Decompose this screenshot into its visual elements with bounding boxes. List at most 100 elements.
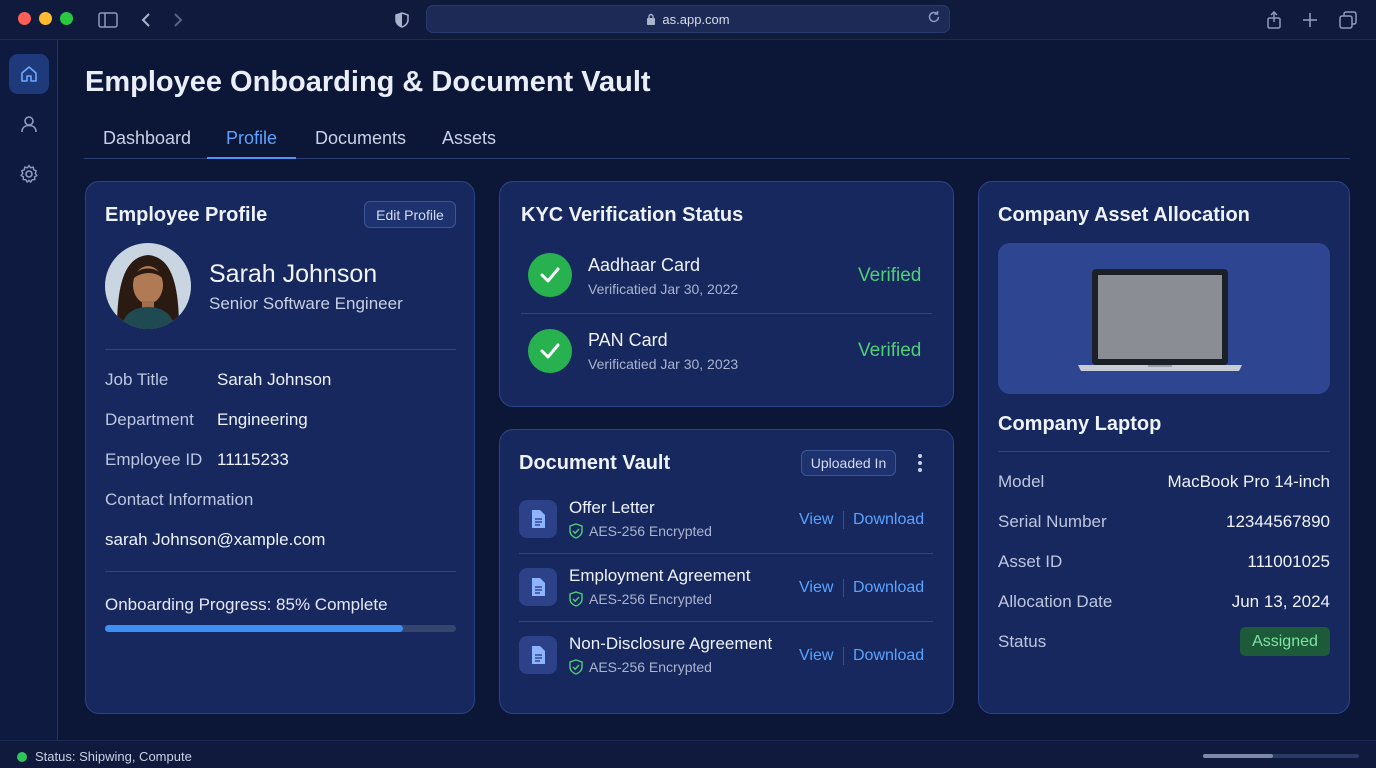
document-name: Offer Letter: [569, 498, 655, 517]
shield-check-icon: [569, 523, 583, 539]
contact-information-label: Contact Information: [105, 490, 254, 509]
divider: [998, 451, 1330, 452]
encryption-status: AES-256 Encrypted: [569, 591, 712, 607]
view-link[interactable]: View: [799, 579, 833, 597]
employee-role: Senior Software Engineer: [209, 294, 403, 313]
encryption-status: AES-256 Encrypted: [569, 523, 712, 539]
kyc-verified-date: Verificatied Jar 30, 2023: [588, 356, 739, 372]
onboarding-progress-label: Onboarding Progress: 85% Complete: [105, 595, 388, 614]
kyc-document-name: Aadhaar Card: [588, 255, 701, 275]
kyc-status: Verified: [858, 340, 922, 361]
employee-id-value: 11115233: [217, 450, 289, 469]
employee-id-label: Employee ID: [105, 450, 203, 469]
divider: [519, 553, 933, 554]
laptop-icon: [1078, 269, 1242, 371]
home-icon: [21, 66, 37, 82]
scrollbar-thumb[interactable]: [1203, 754, 1273, 758]
link-separator: [843, 647, 844, 665]
kyc-document-name: PAN Card: [588, 330, 668, 350]
back-icon[interactable]: [134, 8, 158, 32]
lock-icon: [647, 13, 656, 25]
view-link[interactable]: View: [799, 511, 833, 529]
horizontal-scrollbar[interactable]: [1203, 754, 1359, 758]
serial-number-label: Serial Number: [998, 512, 1107, 531]
shield-icon[interactable]: [390, 8, 414, 32]
maximize-window-button[interactable]: [60, 12, 73, 25]
url-text: as.app.com: [662, 11, 730, 27]
encryption-label: AES-256 Encrypted: [589, 591, 712, 607]
status-badge: Assigned: [1240, 627, 1330, 656]
check-circle-icon: [528, 253, 572, 297]
document-name: Employment Agreement: [569, 566, 751, 585]
divider: [519, 621, 933, 622]
job-title-label: Job Title: [105, 370, 169, 389]
progress-fill: [105, 625, 404, 632]
encryption-label: AES-256 Encrypted: [589, 523, 712, 539]
edit-profile-button[interactable]: Edit Profile: [364, 201, 456, 228]
link-separator: [843, 511, 844, 529]
tab-overview-icon[interactable]: [1336, 8, 1360, 32]
card-title: Employee Profile: [105, 204, 268, 226]
view-link[interactable]: View: [799, 647, 833, 665]
model-value: MacBook Pro 14-inch: [1167, 472, 1330, 491]
card-title: Document Vault: [519, 452, 671, 474]
card-title: KYC Verification Status: [521, 204, 744, 226]
reload-icon[interactable]: [927, 10, 941, 27]
encryption-label: AES-256 Encrypted: [589, 659, 712, 675]
divider: [521, 313, 932, 314]
serial-number-value: 12344567890: [1225, 512, 1330, 531]
page-title: Employee Onboarding & Document Vault: [85, 66, 651, 98]
sidebar-item-settings[interactable]: [9, 154, 49, 194]
laptop-image: [998, 243, 1330, 394]
company-asset-card: Company Asset Allocation Company Laptop …: [978, 181, 1350, 714]
close-window-button[interactable]: [18, 12, 31, 25]
email-value[interactable]: sarah Johnson@xample.com: [105, 530, 325, 550]
card-title: Company Asset Allocation: [998, 204, 1250, 226]
document-name: Non-Disclosure Agreement: [569, 634, 773, 653]
status-bar: Status: Shipwing, Compute: [0, 740, 1376, 768]
address-bar[interactable]: as.app.com: [426, 5, 950, 33]
asset-id-value: 111001025: [1247, 552, 1330, 571]
download-link[interactable]: Download: [853, 579, 924, 597]
kyc-verification-card: KYC Verification Status Aadhaar Card Ver…: [499, 181, 954, 407]
kyc-verified-date: Verificatied Jar 30, 2022: [588, 281, 739, 297]
forward-icon[interactable]: [166, 8, 190, 32]
tab-dashboard[interactable]: Dashboard: [84, 128, 210, 159]
asset-item-name: Company Laptop: [998, 413, 1162, 435]
gear-icon: [20, 164, 38, 183]
avatar: [105, 243, 191, 329]
download-link[interactable]: Download: [853, 511, 924, 529]
browser-toolbar: as.app.com: [0, 0, 1376, 40]
encryption-status: AES-256 Encrypted: [569, 659, 712, 675]
divider: [105, 571, 456, 572]
job-title-value: Sarah Johnson: [217, 370, 332, 389]
document-icon: [519, 500, 557, 538]
document-icon: [519, 636, 557, 674]
kyc-status: Verified: [858, 265, 922, 286]
sidebar: [0, 40, 58, 740]
allocation-date-value: Jun 13, 2024: [1231, 592, 1330, 611]
shield-check-icon: [569, 591, 583, 607]
tab-assets[interactable]: Assets: [423, 128, 515, 159]
more-options-icon[interactable]: [911, 451, 929, 475]
allocation-date-label: Allocation Date: [998, 592, 1113, 611]
asset-id-label: Asset ID: [998, 552, 1063, 571]
status-indicator-icon: [17, 752, 27, 762]
tab-documents[interactable]: Documents: [296, 128, 425, 159]
model-label: Model: [998, 472, 1045, 491]
sidebar-item-profile[interactable]: [9, 104, 49, 144]
sidebar-item-home[interactable]: [9, 54, 49, 94]
document-icon: [519, 568, 557, 606]
tab-profile[interactable]: Profile: [207, 128, 297, 159]
uploaded-in-filter-button[interactable]: Uploaded In: [801, 450, 896, 476]
document-vault-card: Document Vault Uploaded In Offer Letter …: [499, 429, 954, 714]
new-tab-icon[interactable]: [1298, 8, 1322, 32]
main-content: Employee Onboarding & Document Vault Das…: [58, 40, 1376, 740]
share-icon[interactable]: [1262, 8, 1286, 32]
status-text: Status: Shipwing, Compute: [35, 749, 192, 764]
sidebar-toggle-icon[interactable]: [96, 8, 120, 32]
minimize-window-button[interactable]: [39, 12, 52, 25]
user-icon: [21, 116, 37, 133]
department-label: Department: [105, 410, 194, 429]
download-link[interactable]: Download: [853, 647, 924, 665]
